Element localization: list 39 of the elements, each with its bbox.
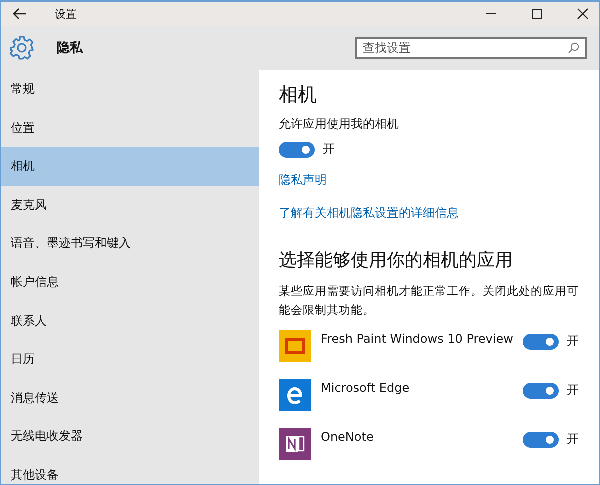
sidebar-item[interactable]: 联系人 bbox=[1, 302, 259, 340]
sidebar-item[interactable]: 位置 bbox=[1, 108, 259, 148]
app-name: OneNote bbox=[321, 430, 374, 444]
close-icon[interactable] bbox=[577, 8, 589, 20]
link[interactable]: 了解有关相机隐私设置的详细信息 bbox=[279, 205, 459, 222]
sidebar-item[interactable]: 日历 bbox=[1, 340, 259, 379]
toggle-state: 开 bbox=[323, 141, 335, 158]
section-heading: 选择能够使用你的相机的应用 bbox=[279, 249, 513, 272]
search-icon[interactable] bbox=[568, 42, 580, 54]
toggle-state: 开 bbox=[567, 382, 579, 399]
sidebar-item[interactable]: 帐户信息 bbox=[1, 262, 259, 302]
sidebar-item[interactable]: 语音、墨迹书写和键入 bbox=[1, 224, 259, 263]
app-name: Microsoft Edge bbox=[321, 381, 410, 395]
app-icon bbox=[279, 379, 311, 411]
page-title: 隐私 bbox=[57, 40, 83, 57]
sidebar-item[interactable]: 其他设备 bbox=[1, 456, 259, 484]
toggle-switch[interactable] bbox=[279, 142, 315, 158]
back-icon[interactable] bbox=[13, 8, 27, 20]
section-title: 相机 bbox=[279, 83, 317, 108]
window-title: 设置 bbox=[55, 6, 77, 22]
app-icon bbox=[279, 428, 311, 460]
toggle-state: 开 bbox=[567, 333, 579, 350]
sidebar-item[interactable]: 常规 bbox=[1, 70, 259, 109]
sidebar-item[interactable]: 消息传送 bbox=[1, 378, 259, 418]
toggle-switch[interactable] bbox=[523, 334, 559, 350]
maximize-icon[interactable] bbox=[531, 8, 543, 20]
sidebar-item[interactable]: 无线电收发器 bbox=[1, 417, 259, 456]
link[interactable]: 隐私声明 bbox=[279, 172, 327, 189]
description: 某些应用需要访问相机才能正常工作。关闭此处的应用可能会限制其功能。 bbox=[279, 283, 579, 319]
sidebar-item[interactable]: 相机 bbox=[1, 147, 259, 186]
settings-icon bbox=[9, 35, 35, 61]
toggle-label: 允许应用使用我的相机 bbox=[279, 116, 399, 133]
search-field[interactable]: 查找设置 bbox=[355, 37, 587, 59]
sidebar-item[interactable]: 麦克风 bbox=[1, 186, 259, 224]
toggle-state: 开 bbox=[567, 431, 579, 448]
app-name: Fresh Paint Windows 10 Preview bbox=[321, 332, 514, 346]
toggle-switch[interactable] bbox=[523, 383, 559, 399]
app-icon bbox=[279, 330, 311, 362]
toggle-switch[interactable] bbox=[523, 432, 559, 448]
